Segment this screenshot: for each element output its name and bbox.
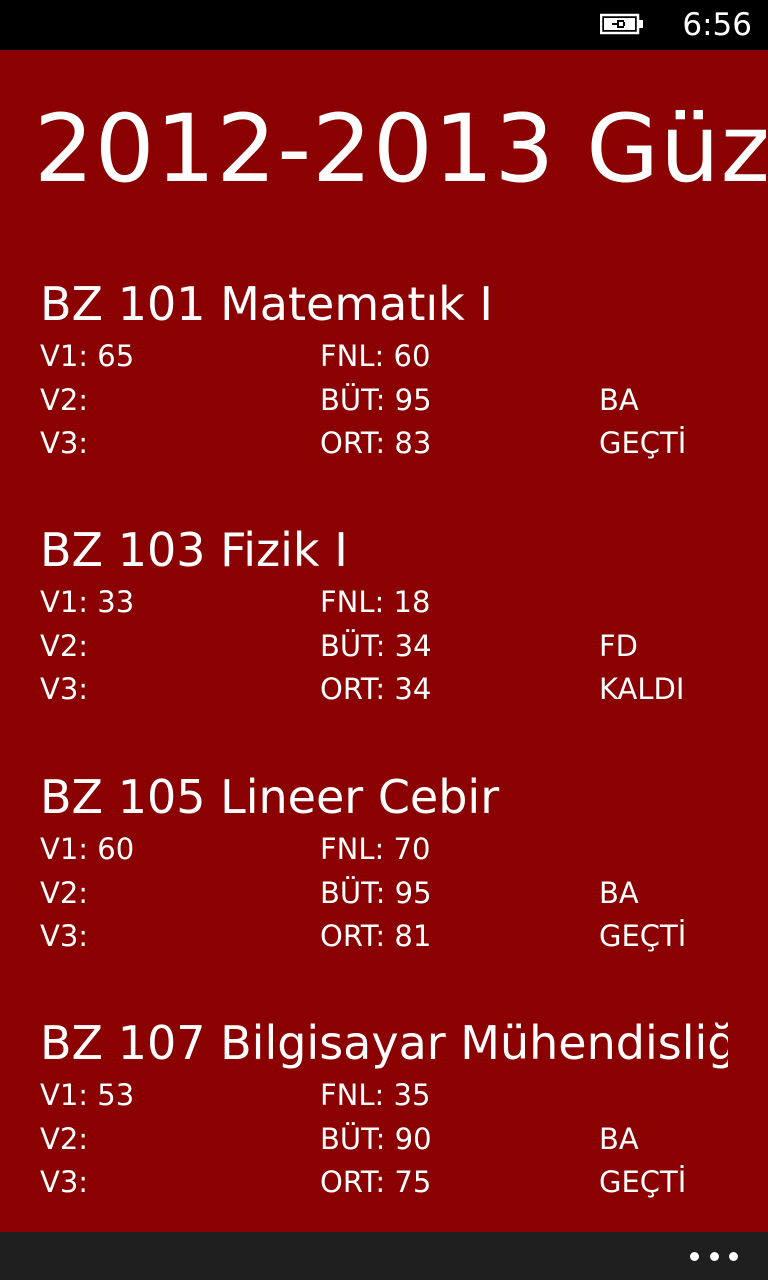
letter-grade: FD: [599, 629, 639, 663]
average-grade: ORT: 83: [320, 426, 432, 460]
letter-grade: BA: [599, 876, 639, 910]
more-dot: [729, 1251, 738, 1261]
makeup-grade: BÜT: 95: [320, 876, 432, 910]
makeup-grade: BÜT: 90: [320, 1122, 432, 1156]
grades-page[interactable]: 2012-2013 Güz BZ 101 Matematık I V1: 65 …: [0, 50, 768, 1232]
page-title: 2012-2013 Güz: [34, 95, 768, 204]
midterm-3: V3:: [40, 426, 89, 460]
course-name: BZ 103 Fizik I: [40, 523, 348, 577]
more-dot: [709, 1251, 719, 1261]
pass-status: GEÇTİ: [599, 919, 687, 953]
final-grade: FNL: 18: [320, 585, 431, 619]
course-name: BZ 105 Lineer Cebir: [40, 770, 500, 824]
course-name: BZ 107 Bilgisayar Mühendisliğine: [40, 1016, 728, 1070]
course-name: BZ 101 Matematık I: [40, 277, 493, 331]
midterm-2: V2:: [40, 876, 89, 910]
midterm-2: V2:: [40, 383, 89, 417]
pass-status: GEÇTİ: [599, 426, 687, 460]
midterm-3: V3:: [40, 919, 89, 953]
makeup-grade: BÜT: 34: [320, 629, 432, 663]
midterm-2: V2:: [40, 1122, 89, 1156]
more-dot: [690, 1251, 699, 1261]
pass-status: GEÇTİ: [599, 1165, 687, 1199]
status-bar: 6:56: [0, 0, 768, 50]
makeup-grade: BÜT: 95: [320, 383, 432, 417]
final-grade: FNL: 60: [320, 339, 431, 373]
midterm-1: V1: 53: [40, 1078, 135, 1112]
midterm-2: V2:: [40, 629, 89, 663]
midterm-3: V3:: [40, 672, 89, 706]
average-grade: ORT: 75: [320, 1165, 432, 1199]
average-grade: ORT: 81: [320, 919, 432, 953]
pass-status: KALDI: [599, 672, 685, 706]
final-grade: FNL: 35: [320, 1078, 431, 1112]
letter-grade: BA: [599, 383, 639, 417]
midterm-1: V1: 33: [40, 585, 135, 619]
app-bar: [0, 1232, 768, 1280]
midterm-3: V3:: [40, 1165, 89, 1199]
average-grade: ORT: 34: [320, 672, 432, 706]
battery-charging-icon: [600, 13, 643, 35]
more-icon[interactable]: [690, 1246, 738, 1266]
midterm-1: V1: 60: [40, 832, 135, 866]
midterm-1: V1: 65: [40, 339, 135, 373]
status-time: 6:56: [682, 7, 752, 43]
letter-grade: BA: [599, 1122, 639, 1156]
final-grade: FNL: 70: [320, 832, 431, 866]
